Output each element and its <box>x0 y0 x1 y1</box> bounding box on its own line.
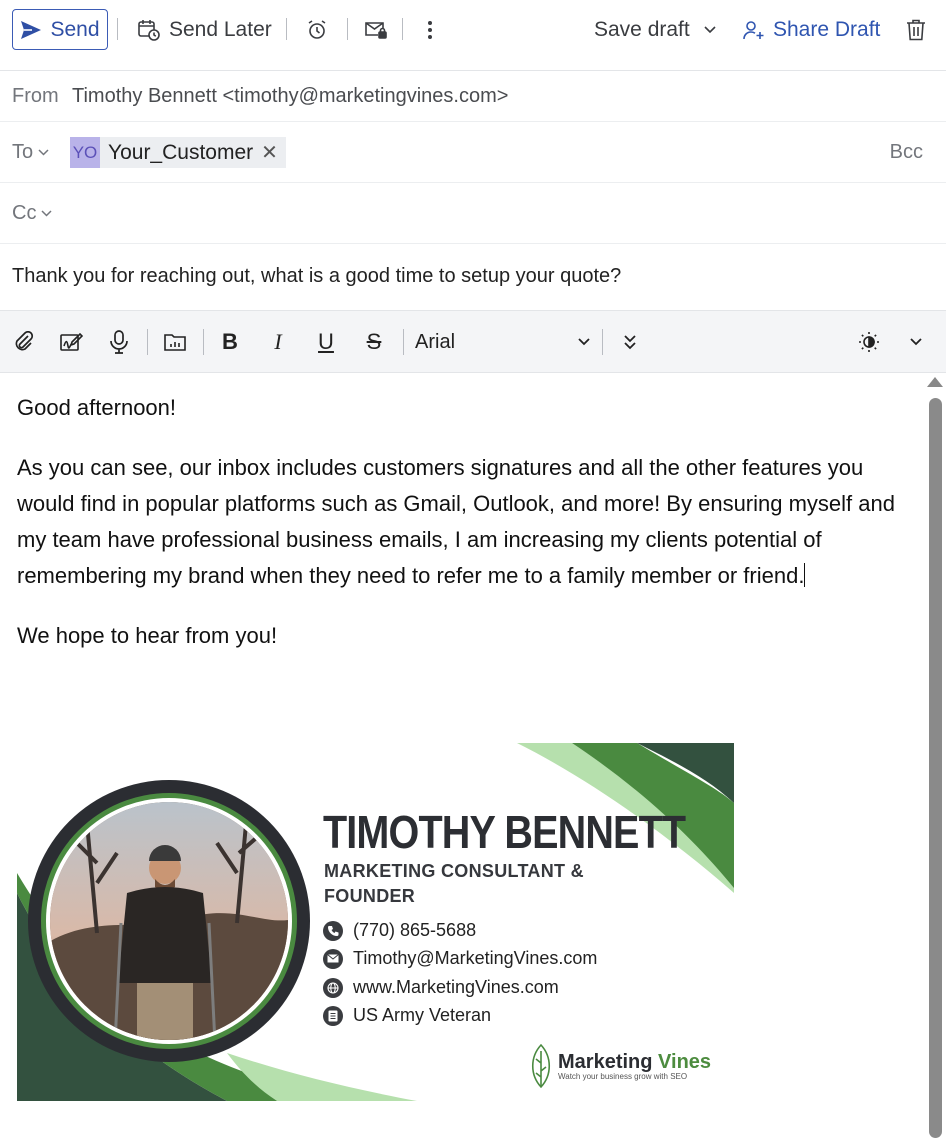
body-paragraph-text: As you can see, our inbox includes custo… <box>17 455 895 588</box>
toolbar-collapse-button[interactable] <box>903 329 929 355</box>
email-signature-card: TIMOTHY BENNETT MARKETING CONSULTANT & F… <box>17 743 734 1101</box>
divider <box>203 329 204 355</box>
to-selector[interactable]: To <box>12 141 49 164</box>
paper-plane-icon <box>21 20 42 39</box>
divider <box>602 329 603 355</box>
from-row: From Timothy Bennett <timothy@marketingv… <box>0 71 946 122</box>
compose-toolbar: Send Send Later Save draft Share Draft <box>0 0 946 71</box>
message-body-editor[interactable]: Good afternoon! As you can see, our inbo… <box>17 390 907 654</box>
chevron-down-icon <box>38 149 49 156</box>
signature-role: MARKETING CONSULTANT & FOUNDER <box>324 861 584 906</box>
subject-field[interactable]: Thank you for reaching out, what is a go… <box>12 265 621 288</box>
signature-name: TIMOTHY BENNETT <box>323 806 686 858</box>
underline-button[interactable]: U <box>313 329 339 355</box>
brightness-icon <box>859 332 879 352</box>
format-toolbar: B I U S Arial <box>0 310 946 373</box>
divider <box>147 329 148 355</box>
more-options-button[interactable] <box>427 15 433 45</box>
paperclip-icon <box>15 331 34 351</box>
send-later-button[interactable]: Send Later <box>137 15 272 45</box>
document-icon <box>323 1005 343 1026</box>
leaf-icon <box>531 1043 551 1089</box>
cc-row: Cc <box>0 182 946 244</box>
chevron-down-icon <box>704 26 716 34</box>
cc-selector[interactable]: Cc <box>12 202 52 225</box>
brand-name-first: Marketing <box>558 1050 659 1073</box>
folder-chart-icon <box>164 334 186 351</box>
save-draft-label: Save draft <box>594 18 690 41</box>
divider <box>347 18 348 40</box>
note-text: US Army Veteran <box>353 1005 492 1025</box>
send-later-label: Send Later <box>169 18 272 41</box>
share-draft-button[interactable]: Share Draft <box>743 15 880 45</box>
recipient-name: Your_Customer <box>108 140 254 164</box>
signature-icon <box>60 332 83 351</box>
attach-button[interactable] <box>11 329 37 355</box>
brand-name: Marketing Vines <box>558 1052 711 1072</box>
recipient-chip[interactable]: YO Your_Customer ✕ <box>70 137 286 168</box>
greeting-text: Good afternoon! <box>17 395 177 420</box>
avatar: YO <box>70 137 100 168</box>
divider <box>286 18 287 40</box>
voice-button[interactable] <box>106 329 132 355</box>
strikethrough-button[interactable]: S <box>361 329 387 355</box>
chevron-down-icon <box>578 338 590 346</box>
chevron-down-icon <box>910 338 922 346</box>
brand-logo: Marketing Vines Watch your business grow… <box>530 1043 711 1089</box>
globe-icon <box>323 977 343 998</box>
signature-note: US Army Veteran <box>323 1005 491 1026</box>
to-row: To YO Your_Customer ✕ Bcc <box>0 121 946 183</box>
brand-name-second: Vines <box>658 1050 712 1073</box>
trash-icon <box>907 19 925 41</box>
share-draft-label: Share Draft <box>773 18 881 41</box>
vertical-dots-icon <box>428 21 432 39</box>
bold-button[interactable]: B <box>217 329 243 355</box>
to-label: To <box>12 141 34 163</box>
website-text: www.MarketingVines.com <box>353 977 559 997</box>
signature-email: Timothy@MarketingVines.com <box>323 948 597 969</box>
cc-label: Cc <box>12 202 37 224</box>
send-label: Send <box>50 17 100 41</box>
double-chevron-down-icon <box>624 335 636 350</box>
font-family-value: Arial <box>415 330 456 353</box>
reminder-button[interactable] <box>306 15 328 45</box>
brand-tagline: Watch your business grow with SEO <box>558 1071 688 1081</box>
body-paragraph: As you can see, our inbox includes custo… <box>17 450 907 594</box>
font-family-select[interactable]: Arial <box>415 328 590 356</box>
save-draft-button[interactable]: Save draft <box>594 15 690 45</box>
chevron-down-icon <box>41 210 52 217</box>
alarm-clock-icon <box>308 20 326 39</box>
signature-phone: (770) 865-5688 <box>323 920 476 941</box>
template-button[interactable] <box>162 329 188 355</box>
microphone-icon <box>110 330 128 354</box>
signature-website: www.MarketingVines.com <box>323 977 559 998</box>
text-cursor <box>804 563 806 587</box>
bcc-button[interactable]: Bcc <box>890 141 923 164</box>
phone-icon <box>323 920 343 941</box>
delete-draft-button[interactable] <box>906 15 926 45</box>
divider <box>402 18 403 40</box>
remove-recipient-close-icon[interactable]: ✕ <box>261 140 278 165</box>
mail-lock-icon <box>365 22 387 39</box>
email-text: Timothy@MarketingVines.com <box>353 948 598 968</box>
divider <box>403 329 404 355</box>
from-value[interactable]: Timothy Bennett <timothy@marketingvines.… <box>72 85 508 108</box>
signature-button[interactable] <box>58 329 84 355</box>
from-label: From <box>12 85 59 107</box>
save-draft-dropdown[interactable] <box>704 15 716 45</box>
calendar-clock-icon <box>138 20 160 41</box>
scrollbar-thumb[interactable] <box>929 398 942 1138</box>
send-button[interactable]: Send <box>12 9 108 50</box>
theme-toggle-button[interactable] <box>856 329 882 355</box>
divider <box>117 18 118 40</box>
italic-button[interactable]: I <box>265 329 291 355</box>
scroll-up-arrow[interactable] <box>927 377 943 387</box>
more-formatting-button[interactable] <box>617 329 643 355</box>
envelope-icon <box>323 948 343 969</box>
closing-text: We hope to hear from you! <box>17 623 278 648</box>
add-user-icon <box>743 21 764 40</box>
phone-text: (770) 865-5688 <box>353 920 477 940</box>
secure-mail-button[interactable] <box>364 15 388 45</box>
